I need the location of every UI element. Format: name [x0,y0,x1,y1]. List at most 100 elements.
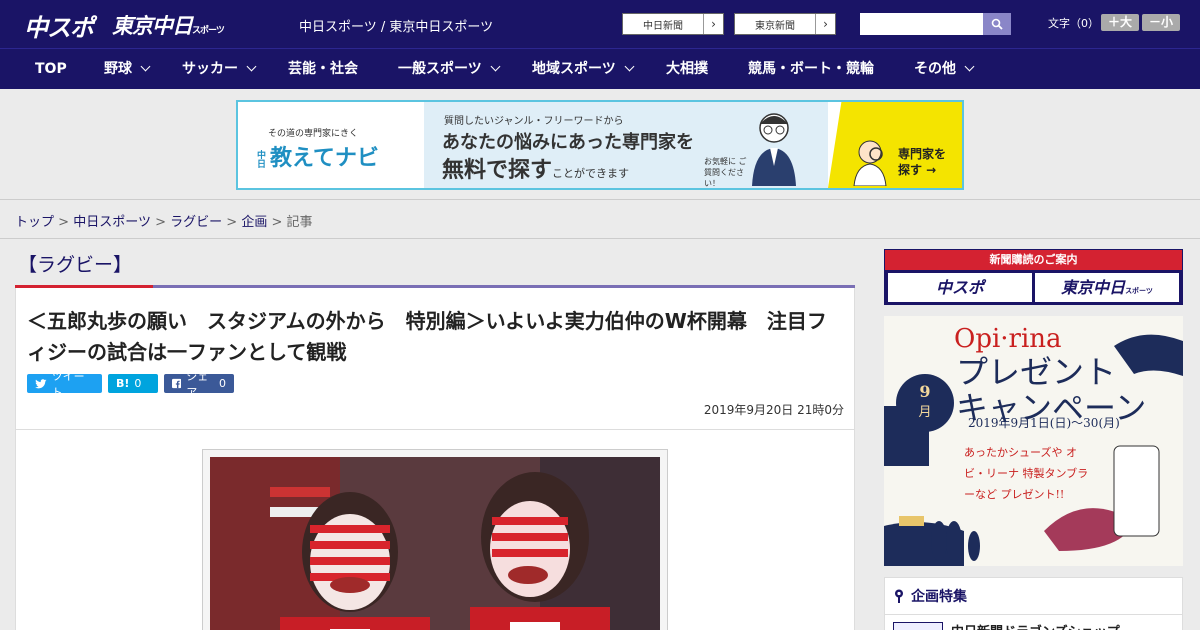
campaign-blurb: あったかシューズや オビ・リーナ 特製タンブラーなど プレゼント!! [964,446,1089,501]
top-header: 中スポ 東京中日スポーツ 中日スポーツ / 東京中日スポーツ 中日新聞 › 東京… [0,0,1200,48]
nav-local-sports-label: 地域スポーツ [532,61,616,77]
article-divider [16,429,854,430]
nav-general-sports[interactable]: 一般スポーツ [398,49,501,90]
breadcrumb: トップ > 中日スポーツ > ラグビー > 企画 > 記事 [15,211,313,230]
opirina-campaign-ad[interactable]: Opi·rina プレゼント キャンペーン 9 月 2019年9月1日(日)〜3… [884,316,1183,566]
nav-top-label: TOP [35,61,67,77]
breadcrumb-sep: > [58,215,70,230]
chevron-down-icon [246,61,257,72]
breadcrumb-divider [0,238,1200,239]
ad-line-2: あなたの悩みにあった専門家を [442,132,694,153]
tokyo-shimbun-button[interactable]: 東京新聞 › [734,13,836,35]
facebook-icon [172,378,182,389]
article-photo[interactable] [210,457,660,630]
nav-sumo[interactable]: 大相撲 [666,49,708,90]
breadcrumb-top[interactable]: トップ [15,215,54,230]
feature-divider [885,614,1182,615]
facebook-share-button[interactable]: シェア 0 [164,370,234,399]
feature-thumbnail[interactable] [893,622,943,630]
ad-brand: 中日 教えてナビ [254,140,392,172]
breadcrumb-feature[interactable]: 企画 [241,215,267,230]
campaign-brand: Opi·rina [954,324,1062,354]
feature-item-dragons-shop[interactable]: 中日新聞ドラゴンズショップ [951,621,1120,630]
article-headline: ＜五郎丸歩の願い スタジアムの外から 特別編＞いよいよ実力伯仲のW杯開幕 注目フ… [27,309,827,364]
breadcrumb-sep: > [226,215,238,230]
category-title: 【ラグビー】 [18,254,133,276]
hatena-bookmark-button[interactable]: B! 0 [108,374,158,393]
tweet-label: ツイート [51,369,85,399]
hatena-icon: B! [116,377,130,390]
font-smaller-button[interactable]: －小 [1142,14,1180,31]
nav-entertainment[interactable]: 芸能・社会 [288,49,358,90]
tokyo-chunichi-logo[interactable]: 東京中日スポーツ [112,10,225,40]
chevron-down-icon [624,61,635,72]
breadcrumb-chunichi-sports[interactable]: 中日スポーツ [73,215,151,230]
font-larger-button[interactable]: ＋大 [1101,14,1139,31]
font-size-label: 文字（0） [1048,17,1099,30]
twitter-bird-icon [35,378,47,388]
search-input[interactable] [860,13,983,35]
nav-local-sports[interactable]: 地域スポーツ [532,49,635,90]
nav-baseball[interactable]: 野球 [104,49,151,90]
pin-icon [895,589,903,603]
searching-person-icon [853,140,887,186]
article-photo-frame [202,449,668,630]
subscription-header: 新聞購読のご案内 [885,250,1182,270]
chunichi-shimbun-button[interactable]: 中日新聞 › [622,13,724,35]
nav-baseball-label: 野球 [104,61,132,77]
ad-brand-name: 教えてナビ [270,146,379,171]
nav-sumo-label: 大相撲 [666,61,708,77]
feature-title-label: 企画特集 [911,589,967,605]
feature-title: 企画特集 [893,586,967,606]
nav-racing[interactable]: 競馬・ボート・競輪 [748,49,874,90]
ad-cta: 専門家を 探す → [898,147,947,177]
nav-other-label: その他 [914,61,956,77]
share-count: 0 [219,377,226,390]
banner-zone: その道の専門家にきく 中日 教えてナビ 質問したいジャンル・フリーワードから あな… [0,89,1200,200]
chuspo-logo[interactable]: 中スポ [24,8,94,43]
ad-brand-panel: その道の専門家にきく 中日 教えてナビ [238,102,424,188]
sub-logo2-text: 東京中日 [1061,278,1126,297]
chuspo-subscribe-logo[interactable]: 中スポ [888,273,1032,302]
breadcrumb-sep: > [155,215,166,230]
chevron-down-icon [140,61,151,72]
ad-line-3: 無料で探すことができます [442,152,629,184]
ad-copy-panel: 質問したいジャンル・フリーワードから あなたの悩みにあった専門家を 無料で探すこ… [424,102,828,188]
tokyo-logo-suffix: スポーツ [192,26,225,36]
chevron-right-icon: › [815,14,835,34]
ad-cta-panel[interactable]: 専門家を 探す → [828,102,962,188]
breadcrumb-rugby[interactable]: ラグビー [170,215,222,230]
sub-logo2-suffix: スポーツ [1125,287,1153,295]
nav-top[interactable]: TOP [35,49,67,90]
tweet-button[interactable]: ツイート [27,370,102,399]
ad-line-1: 質問したいジャンル・フリーワードから [444,116,624,127]
article-card: ＜五郎丸歩の願い スタジアムの外から 特別編＞いよいよ実力伯仲のW杯開幕 注目フ… [15,288,855,630]
tokyo-chunichi-subscribe-logo[interactable]: 東京中日スポーツ [1035,273,1179,302]
nav-general-sports-label: 一般スポーツ [398,61,482,77]
site-links[interactable]: 中日スポーツ / 東京中日スポーツ [299,16,493,35]
campaign-dates: 2019年9月1日(日)〜30(月) [968,416,1120,430]
share-label: シェア [186,369,209,399]
search-icon [991,18,1003,30]
breadcrumb-sep: > [271,215,283,230]
chevron-right-icon: › [703,14,723,34]
oshiete-navi-ad[interactable]: その道の専門家にきく 中日 教えてナビ 質問したいジャンル・フリーワードから あな… [236,100,964,190]
hatena-count: 0 [134,377,142,390]
ad-line-3-suffix: ことができます [552,167,630,180]
search-button[interactable] [983,13,1011,35]
campaign-month-badge: 9 月 [896,374,954,432]
feature-box: 企画特集 中日新聞ドラゴンズショップ [884,577,1183,630]
publish-date: 2019年9月20日 21時0分 [703,403,844,417]
ad-brand-prefix: 中日 [255,150,265,168]
chunichi-shimbun-label: 中日新聞 [643,20,683,32]
nav-soccer[interactable]: サッカー [182,49,257,90]
share-buttons: ツイート B! 0 シェア 0 [27,370,234,399]
nav-other[interactable]: その他 [914,49,975,90]
chevron-down-icon [490,61,501,72]
main-nav: TOP 野球 サッカー 芸能・社会 一般スポーツ 地域スポーツ 大相撲 競馬・ボ… [0,48,1200,89]
expert-illustration-icon [752,113,796,186]
subscription-box[interactable]: 新聞購読のご案内 中スポ 東京中日スポーツ [884,249,1183,305]
ad-line-3-main: 無料で探す [442,158,553,183]
chevron-down-icon [964,61,975,72]
breadcrumb-current: 記事 [286,215,313,230]
